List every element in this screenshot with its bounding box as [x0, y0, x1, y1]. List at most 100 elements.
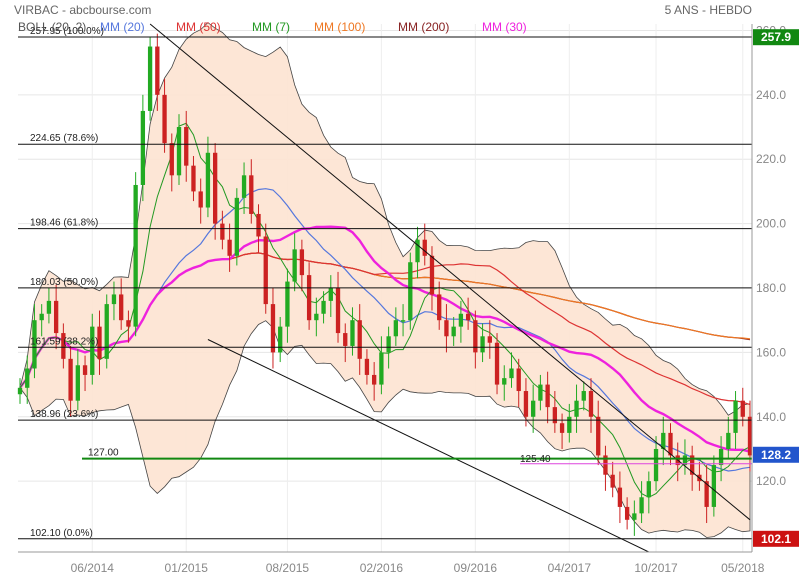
candle-body [191, 165, 196, 192]
candle-body [545, 384, 550, 408]
y-tick-label: 220.0 [756, 152, 786, 166]
candle-body [314, 313, 319, 321]
candle-body [581, 391, 586, 401]
candle-body [624, 506, 630, 520]
candle-body [256, 213, 261, 237]
y-tick-label: 180.0 [756, 281, 786, 295]
candle-body [653, 448, 659, 482]
x-tick-label: 08/2015 [266, 561, 310, 575]
candle-body [263, 236, 268, 305]
candle-body [111, 294, 117, 305]
candle-body [292, 249, 297, 282]
candle-body [212, 152, 218, 224]
x-tick-label: 01/2015 [165, 561, 209, 575]
candle-body [617, 487, 623, 507]
candle-body [559, 423, 565, 433]
candle-body [335, 288, 341, 334]
candle-body [234, 197, 239, 256]
candle-body [444, 320, 449, 337]
price-tag-label: 102.1 [761, 532, 791, 546]
candle-body [733, 400, 738, 433]
candle-body [104, 304, 109, 359]
candle-body [299, 249, 305, 276]
price-tag-label: 257.9 [761, 30, 791, 44]
candle-body [429, 255, 435, 295]
legend-item: BOLL (20, 2) [18, 20, 86, 34]
candle-body [711, 465, 717, 507]
x-tick-label: 05/2018 [721, 561, 765, 575]
candle-body [552, 407, 558, 424]
candle-body [39, 313, 44, 321]
candle-body [184, 127, 189, 166]
candle-body [126, 320, 131, 327]
candle-body [393, 320, 399, 337]
candle-body [632, 513, 637, 520]
candle-body [321, 300, 326, 314]
candle-body [610, 474, 615, 488]
candle-body [357, 320, 362, 359]
candle-body [596, 416, 601, 456]
candle-body [718, 448, 724, 466]
candle-body [668, 432, 673, 456]
y-tick-label: 240.0 [756, 88, 786, 102]
candle-body [25, 368, 30, 388]
x-tick-label: 09/2016 [454, 561, 498, 575]
candle-body [531, 400, 536, 417]
legend-item: MM (20) [100, 20, 145, 34]
inline-level-label: 125.40 [520, 454, 551, 465]
candle-body [509, 368, 514, 379]
candle-body [480, 336, 485, 353]
candle-body [386, 336, 391, 353]
candle-body [726, 432, 731, 449]
candle-body [422, 239, 427, 256]
chart-title: VIRBAC - abcbourse.com [14, 3, 151, 17]
candle-body [343, 333, 348, 346]
candle-body [400, 320, 406, 322]
candle-body [227, 239, 232, 256]
candle-body [162, 94, 167, 144]
support-line-label: 127.00 [88, 448, 119, 459]
fib-level-label: 138.96 (23.6%) [30, 409, 98, 420]
x-tick-label: 10/2017 [634, 561, 678, 575]
candle-body [437, 294, 442, 321]
candle-body [205, 152, 211, 208]
candle-body [270, 304, 276, 353]
price-chart: 257.95 (100.0%)224.65 (78.6%)198.46 (61.… [0, 0, 800, 580]
legend-item: MM (200) [398, 20, 449, 34]
candle-body [75, 365, 80, 401]
candle-body [220, 223, 225, 240]
candle-body [328, 288, 333, 301]
candle-body [408, 262, 413, 321]
fib-level-label: 198.46 (61.8%) [30, 218, 98, 229]
candle-body [646, 481, 651, 498]
chart-period: 5 ANS - HEBDO [665, 3, 752, 17]
candle-body [17, 387, 23, 395]
candle-body [249, 175, 254, 214]
candle-body [155, 46, 160, 95]
x-tick-label: 06/2014 [71, 561, 115, 575]
candle-body [53, 300, 59, 334]
candle-body [487, 336, 492, 343]
candle-body [169, 143, 174, 176]
candle-body [241, 175, 247, 198]
candle-body [740, 400, 745, 417]
candle-body [371, 374, 377, 385]
candle-body [502, 378, 507, 385]
fib-level-label: 102.10 (0.0%) [30, 528, 93, 539]
candle-body [133, 184, 138, 327]
candle-body [198, 191, 203, 208]
fib-level-label: 224.65 (78.6%) [30, 133, 98, 144]
candle-body [588, 391, 594, 417]
legend-item: MM (7) [252, 20, 290, 34]
candle-body [147, 46, 153, 111]
fib-level-label: 180.03 (50.0%) [30, 277, 98, 288]
fib-level-label: 161.59 (38.2%) [30, 336, 98, 347]
candle-body [119, 294, 124, 321]
candle-body [176, 127, 182, 176]
candle-body [523, 391, 529, 417]
y-tick-label: 120.0 [756, 474, 786, 488]
candle-body [278, 326, 283, 353]
y-tick-label: 160.0 [756, 345, 786, 359]
candle-body [306, 275, 312, 321]
candle-body [451, 326, 456, 337]
